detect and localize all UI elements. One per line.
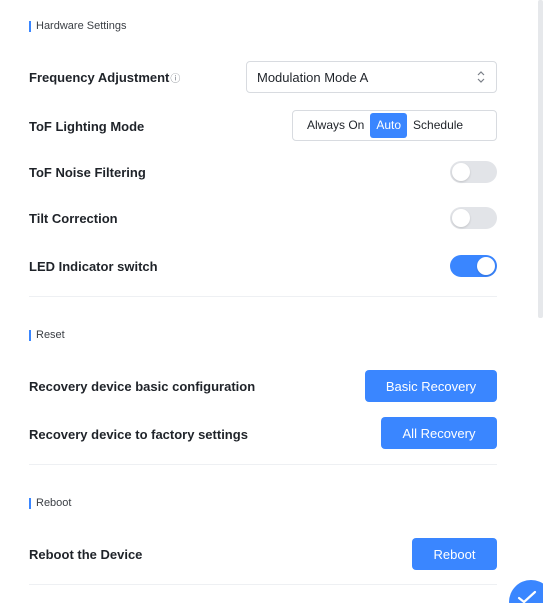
led-indicator-toggle[interactable] — [450, 255, 497, 277]
toggle-knob — [477, 257, 495, 275]
factory-recovery-label: Recovery device to factory settings — [29, 427, 248, 442]
confirm-fab-button[interactable] — [509, 580, 543, 603]
section-accent-bar — [29, 497, 31, 509]
basic-recovery-button[interactable]: Basic Recovery — [365, 370, 497, 402]
frequency-adjustment-text: Frequency Adjustment — [29, 70, 170, 85]
checkmark-icon — [517, 590, 537, 603]
up-down-chevron-icon — [477, 71, 485, 83]
section-title-hardware: Hardware Settings — [36, 20, 127, 32]
lighting-option-schedule[interactable]: Schedule — [407, 113, 469, 138]
scrollbar[interactable] — [538, 0, 543, 318]
led-indicator-label: LED Indicator switch — [29, 259, 158, 274]
tilt-correction-label: Tilt Correction — [29, 211, 118, 226]
section-hardware-settings: Hardware Settings — [29, 20, 127, 32]
frequency-select-value: Modulation Mode A — [257, 69, 369, 85]
tof-noise-filtering-label: ToF Noise Filtering — [29, 165, 146, 180]
section-accent-bar — [29, 329, 31, 341]
lighting-mode-segmented-control[interactable]: Always On Auto Schedule — [292, 110, 497, 141]
section-title-reboot: Reboot — [36, 497, 72, 509]
basic-recovery-label: Recovery device basic configuration — [29, 379, 256, 394]
section-reboot: Reboot — [29, 497, 71, 509]
lighting-option-always-on[interactable]: Always On — [295, 113, 370, 138]
tilt-correction-toggle[interactable] — [450, 207, 497, 229]
section-reset: Reset — [29, 329, 65, 341]
divider — [29, 584, 497, 585]
section-accent-bar — [29, 20, 31, 32]
reboot-device-label: Reboot the Device — [29, 547, 143, 562]
toggle-knob — [452, 209, 470, 227]
reboot-button[interactable]: Reboot — [412, 538, 497, 570]
toggle-knob — [452, 163, 470, 181]
divider — [29, 464, 497, 465]
noise-filtering-toggle[interactable] — [450, 161, 497, 183]
divider — [29, 296, 497, 297]
tof-lighting-mode-label: ToF Lighting Mode — [29, 119, 145, 134]
frequency-adjustment-label: Frequency Adjustmentⓘ — [29, 70, 180, 85]
section-title-reset: Reset — [36, 329, 65, 341]
lighting-option-auto[interactable]: Auto — [370, 113, 408, 138]
info-icon[interactable]: ⓘ — [170, 74, 180, 85]
all-recovery-button[interactable]: All Recovery — [381, 417, 497, 449]
frequency-select[interactable]: Modulation Mode A — [246, 61, 497, 93]
